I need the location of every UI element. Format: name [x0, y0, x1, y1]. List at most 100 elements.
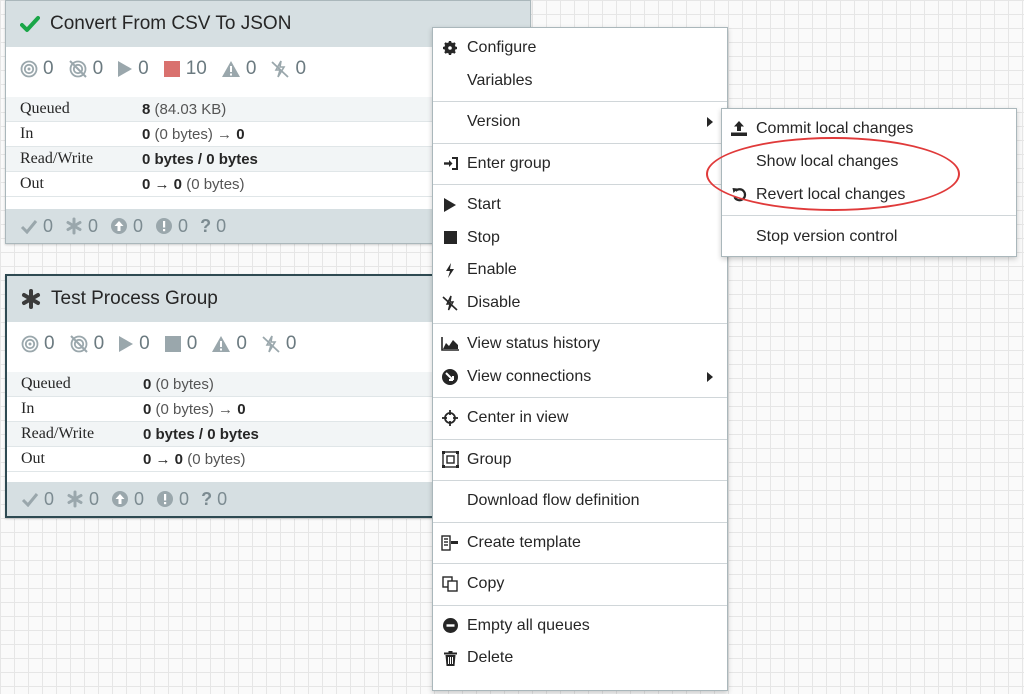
process-group-title: Test Process Group — [51, 288, 218, 309]
running-stat: 0 — [118, 333, 150, 355]
out-row: Out 0 → 0 (0 bytes) — [7, 447, 433, 472]
menu-item-copy[interactable]: Copy — [433, 568, 727, 601]
menu-item-view-connections[interactable]: View connections — [433, 361, 727, 394]
not-transmitting-icon — [69, 335, 88, 353]
read-write-row: Read/Write 0 bytes / 0 bytes — [7, 422, 433, 447]
queued-row: Queued 0 (0 bytes) — [7, 372, 433, 397]
stop-icon — [433, 231, 467, 245]
play-icon — [433, 198, 467, 213]
disabled-icon — [271, 60, 290, 78]
copy-icon — [433, 576, 467, 592]
menu-divider — [433, 604, 727, 606]
process-group-test[interactable]: Test Process Group 0 0 0 0 0 0 Queued 0 … — [5, 274, 435, 518]
not-transmitting-icon — [68, 60, 87, 78]
menu-divider — [433, 101, 727, 102]
running-stat: 0 — [117, 58, 149, 80]
transmitting-stat: 0 — [21, 333, 55, 355]
menu-item-stop-version-control[interactable]: Stop version control — [722, 220, 1016, 253]
sign-in-icon — [433, 157, 467, 171]
check-icon — [20, 13, 42, 35]
stopped-stat: 0 — [164, 333, 197, 355]
menu-divider — [433, 323, 727, 324]
asterisk-icon — [67, 490, 83, 508]
stopped-stat: 10 — [163, 58, 207, 80]
locally-modified-stat: 0 — [66, 489, 99, 510]
stale-modified-stat: 0 — [155, 216, 188, 237]
menu-item-create-template[interactable]: Create template — [433, 527, 727, 560]
upload-icon — [722, 121, 756, 136]
menu-item-view-status-history[interactable]: View status history — [433, 328, 727, 361]
menu-item-show-local-changes[interactable]: Show local changes — [722, 145, 1016, 178]
stale-modified-stat: 0 — [156, 489, 189, 510]
asterisk-icon — [21, 288, 43, 310]
disabled-stat: 0 — [270, 58, 306, 80]
menu-divider — [433, 184, 727, 185]
menu-divider — [433, 521, 727, 523]
question-icon: ? — [200, 215, 212, 236]
menu-item-download-flow-definition[interactable]: Download flow definition — [433, 485, 727, 518]
trash-icon — [433, 650, 467, 666]
disabled-icon — [262, 335, 280, 353]
connections-icon — [433, 368, 467, 385]
asterisk-icon — [66, 217, 82, 235]
not-transmitting-stat: 0 — [69, 333, 104, 355]
exclamation-circle-icon — [156, 218, 173, 234]
menu-item-revert-local-changes[interactable]: Revert local changes — [722, 178, 1016, 211]
invalid-stat: 0 — [221, 58, 256, 80]
stop-icon — [163, 61, 180, 77]
minus-circle-icon — [433, 618, 467, 634]
process-group-title: Convert From CSV To JSON — [50, 13, 292, 34]
warning-icon — [212, 336, 231, 352]
submenu-arrow-icon — [707, 117, 713, 128]
transmitting-icon — [20, 60, 38, 78]
exclamation-circle-icon — [157, 491, 174, 507]
process-group-stats: 0 0 0 0 0 0 — [7, 322, 433, 366]
menu-divider — [722, 215, 1016, 216]
menu-item-stop[interactable]: Stop — [433, 222, 727, 255]
sync-failure-stat: ? 0 — [201, 488, 228, 509]
up-to-date-stat: 0 — [21, 489, 54, 510]
check-icon — [20, 220, 38, 234]
menu-item-start[interactable]: Start — [433, 189, 727, 222]
process-group-details: Queued 0 (0 bytes) In 0 (0 bytes) → 0 Re… — [7, 366, 433, 472]
invalid-stat: 0 — [211, 333, 247, 355]
stop-icon — [164, 336, 181, 352]
arrow-circle-up-icon — [112, 491, 129, 507]
menu-item-enter-group[interactable]: Enter group — [433, 148, 727, 181]
menu-item-disable[interactable]: Disable — [433, 287, 727, 320]
context-menu: Configure Variables Version Enter group … — [432, 27, 728, 691]
area-chart-icon — [433, 337, 467, 352]
stale-stat: 0 — [110, 216, 143, 237]
menu-item-enable[interactable]: Enable — [433, 254, 727, 287]
menu-divider — [433, 563, 727, 564]
in-row: In 0 (0 bytes) → 0 — [7, 397, 433, 422]
play-icon — [118, 61, 133, 77]
menu-divider — [433, 397, 727, 398]
warning-icon — [221, 61, 240, 77]
menu-item-version[interactable]: Version — [433, 106, 727, 139]
disabled-stat: 0 — [261, 333, 296, 355]
transmitting-icon — [21, 335, 39, 353]
check-icon — [21, 493, 39, 507]
version-status-footer: 0 0 0 0 ? 0 — [7, 482, 433, 516]
version-submenu: Commit local changes Show local changes … — [721, 108, 1017, 257]
locally-modified-stat: 0 — [65, 216, 98, 237]
menu-item-variables[interactable]: Variables — [433, 65, 727, 98]
process-group-header[interactable]: Test Process Group — [7, 276, 433, 322]
menu-divider — [433, 142, 727, 144]
sync-failure-stat: ? 0 — [200, 215, 227, 236]
menu-item-commit-local-changes[interactable]: Commit local changes — [722, 112, 1016, 145]
menu-divider — [433, 480, 727, 481]
play-icon — [119, 336, 134, 352]
submenu-arrow-icon — [707, 371, 713, 382]
disabled-icon — [433, 295, 467, 311]
menu-item-empty-all-queues[interactable]: Empty all queues — [433, 610, 727, 643]
undo-icon — [722, 187, 756, 202]
menu-item-group[interactable]: Group — [433, 444, 727, 477]
arrow-circle-up-icon — [111, 218, 128, 234]
menu-item-configure[interactable]: Configure — [433, 32, 727, 65]
question-icon: ? — [201, 488, 213, 509]
menu-item-delete[interactable]: Delete — [433, 642, 727, 675]
up-to-date-stat: 0 — [20, 216, 53, 237]
menu-item-center-in-view[interactable]: Center in view — [433, 402, 727, 435]
